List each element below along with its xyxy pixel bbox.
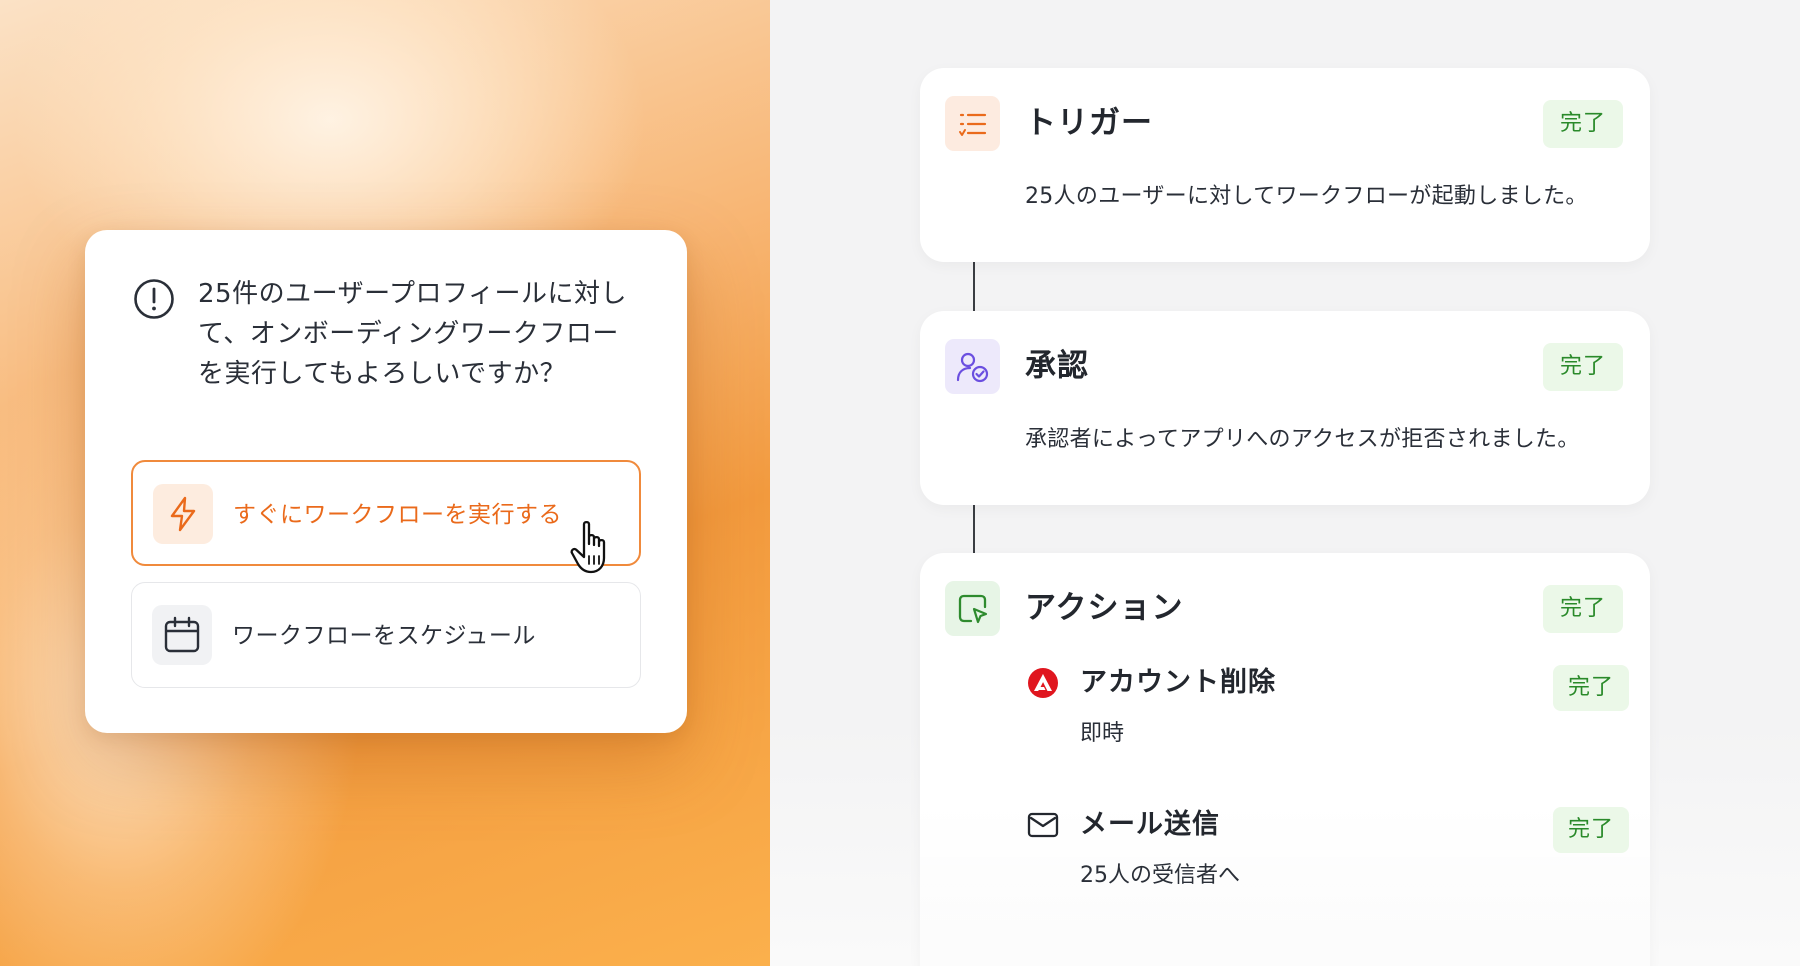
status-badge: 完了 bbox=[1543, 100, 1623, 148]
exclamation-circle-icon bbox=[133, 278, 175, 320]
confirm-dialog: 25件のユーザープロフィールに対して、オンボーディングワークフローを実行してもよ… bbox=[85, 230, 687, 733]
status-badge: 完了 bbox=[1553, 807, 1629, 853]
step-description: 承認者によってアプリへのアクセスが拒否されました。 bbox=[1025, 427, 1580, 452]
schedule-label: ワークフローをスケジュール bbox=[232, 623, 536, 649]
envelope-icon bbox=[1027, 809, 1059, 841]
workflow-panel: トリガー 完了 25人のユーザーに対してワークフローが起動しました。 承認 完了… bbox=[770, 0, 1800, 966]
confirm-message: 25件のユーザープロフィールに対して、オンボーディングワークフローを実行してもよ… bbox=[198, 279, 627, 389]
step-title: アクション bbox=[1025, 590, 1184, 626]
sub-action-description: 即時 bbox=[1080, 721, 1125, 746]
step-connector bbox=[973, 505, 975, 553]
status-badge: 完了 bbox=[1543, 343, 1623, 391]
step-title: トリガー bbox=[1025, 105, 1153, 141]
hand-pointer-cursor-icon bbox=[570, 520, 616, 576]
cursor-window-icon bbox=[945, 581, 1000, 636]
step-connector bbox=[973, 262, 975, 311]
list-icon bbox=[945, 96, 1000, 151]
user-check-icon bbox=[945, 339, 1000, 394]
lightning-icon bbox=[153, 484, 213, 544]
run-now-button[interactable]: すぐにワークフローを実行する bbox=[131, 460, 641, 566]
calendar-icon bbox=[152, 605, 212, 665]
sub-action-description: 25人の受信者へ bbox=[1080, 863, 1240, 888]
status-badge: 完了 bbox=[1543, 585, 1623, 633]
sub-action-title: メール送信 bbox=[1080, 809, 1220, 840]
sub-action-send-email[interactable]: メール送信 完了 25人の受信者へ bbox=[1025, 807, 1629, 907]
adobe-logo-icon bbox=[1027, 667, 1059, 699]
run-now-label: すぐにワークフローを実行する bbox=[233, 502, 562, 528]
step-title: 承認 bbox=[1025, 348, 1089, 384]
schedule-button[interactable]: ワークフローをスケジュール bbox=[131, 582, 641, 688]
left-panel: 25件のユーザープロフィールに対して、オンボーディングワークフローを実行してもよ… bbox=[0, 0, 770, 966]
step-card-approval[interactable]: 承認 完了 承認者によってアプリへのアクセスが拒否されました。 bbox=[920, 311, 1650, 505]
step-card-trigger[interactable]: トリガー 完了 25人のユーザーに対してワークフローが起動しました。 bbox=[920, 68, 1650, 262]
step-card-action[interactable]: アクション 完了 アカウント削除 完了 即時 メール送信 完了 25人の受信者へ bbox=[920, 553, 1650, 966]
step-description: 25人のユーザーに対してワークフローが起動しました。 bbox=[1025, 184, 1588, 209]
sub-action-delete-account[interactable]: アカウント削除 完了 即時 bbox=[1025, 665, 1629, 765]
status-badge: 完了 bbox=[1553, 665, 1629, 711]
sub-action-title: アカウント削除 bbox=[1080, 667, 1276, 698]
stage: 25件のユーザープロフィールに対して、オンボーディングワークフローを実行してもよ… bbox=[0, 0, 1800, 966]
